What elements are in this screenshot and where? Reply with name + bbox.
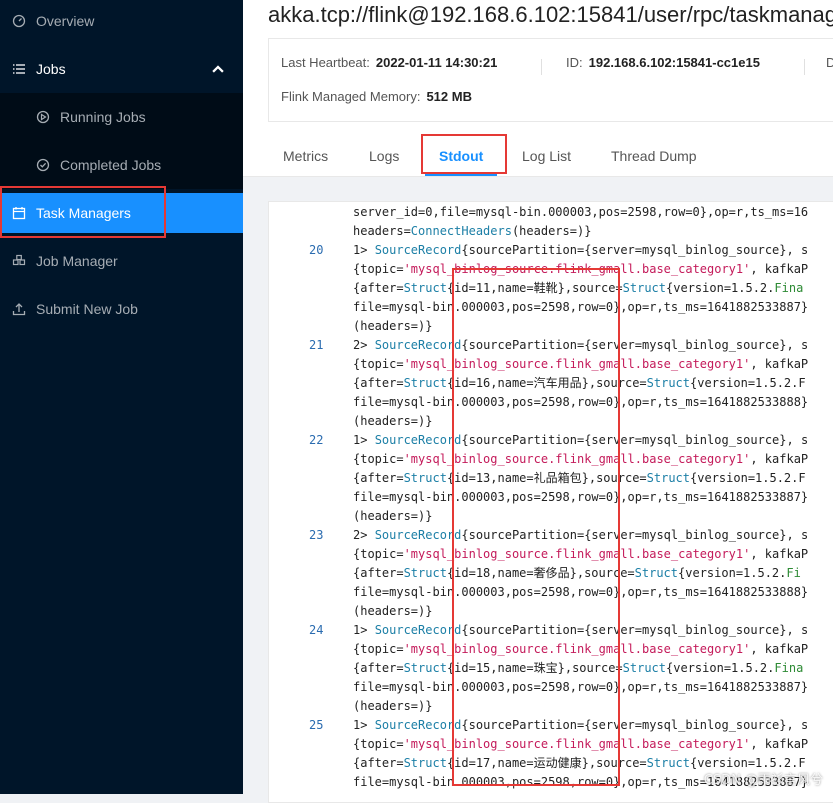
log-line-number: 20 — [309, 243, 324, 257]
page-title: akka.tcp://flink@192.168.6.102:15841/use… — [268, 2, 833, 27]
chevron-up-icon[interactable] — [211, 62, 225, 76]
nav-submit-new-job[interactable]: Submit New Job — [0, 289, 243, 329]
log-line: server_id=0,file=mysql-bin.000003,pos=25… — [269, 203, 833, 222]
play-circle-icon — [36, 110, 50, 124]
tab-metrics[interactable]: Metrics — [283, 148, 328, 164]
nav-overview[interactable]: Overview — [0, 1, 243, 41]
memory-label: Flink Managed Memory: — [281, 89, 421, 104]
upload-icon — [12, 302, 26, 316]
sidebar: Overview Jobs Running Jobs Completed Job… — [0, 0, 243, 794]
heartbeat-row: Last Heartbeat: 2022-01-11 14:30:21 — [281, 55, 497, 70]
divider — [804, 59, 805, 75]
heartbeat-label: Last Heartbeat: — [281, 55, 370, 70]
stdout-tab-highlight-box — [421, 134, 507, 174]
tab-log-list[interactable]: Log List — [522, 148, 571, 164]
nav-jobs-label: Jobs — [36, 61, 66, 77]
tab-thread-dump[interactable]: Thread Dump — [611, 148, 697, 164]
log-line-text: headers=ConnectHeaders(headers=)} — [353, 224, 592, 238]
nav-overview-label: Overview — [36, 13, 95, 29]
log-line-text: (headers=)} — [353, 699, 433, 713]
task-managers-highlight-box — [0, 186, 166, 238]
heartbeat-value: 2022-01-11 14:30:21 — [375, 55, 498, 70]
log-line-number: 24 — [309, 623, 324, 637]
divider — [541, 59, 542, 75]
dashboard-icon — [12, 14, 26, 28]
log-line-text: (headers=)} — [353, 604, 433, 618]
nav-job-manager[interactable]: Job Manager — [0, 241, 243, 281]
log-line-number: 21 — [309, 338, 324, 352]
tab-bar: Metrics Logs Stdout Log List Thread Dump — [243, 132, 833, 177]
log-line-number: 22 — [309, 433, 324, 447]
nav-completed-jobs-label: Completed Jobs — [60, 157, 162, 173]
memory-row: Flink Managed Memory: 512 MB — [281, 89, 472, 104]
log-line-text: (headers=)} — [353, 509, 433, 523]
nav-running-jobs[interactable]: Running Jobs — [0, 97, 243, 137]
check-circle-icon — [36, 158, 50, 172]
log-line-text: (headers=)} — [353, 319, 433, 333]
id-row: ID: 192.168.6.102:15841-cc1e15 — [566, 55, 760, 70]
log-line-number: 25 — [309, 718, 324, 732]
log-line: 20 1> SourceRecord{sourcePartition={serve… — [269, 241, 833, 260]
taskmanager-info-card: Last Heartbeat: 2022-01-11 14:30:21 ID: 19… — [268, 38, 833, 122]
nav-job-manager-label: Job Manager — [36, 253, 118, 269]
log-line-text: server_id=0,file=mysql-bin.000003,pos=25… — [353, 205, 809, 219]
page-header: akka.tcp://flink@192.168.6.102:15841/use… — [243, 0, 833, 177]
nav-completed-jobs[interactable]: Completed Jobs — [0, 145, 243, 185]
list-icon — [12, 62, 26, 76]
data-port-row: D — [826, 55, 833, 70]
log-line: headers=ConnectHeaders(headers=)} — [269, 222, 833, 241]
log-line-number: 23 — [309, 528, 324, 542]
data-port-label: D — [826, 55, 833, 70]
id-value: 192.168.6.102:15841-cc1e15 — [588, 55, 760, 70]
log-line-text: 1> SourceRecord{sourcePartition={server=… — [353, 243, 809, 257]
log-line-text: (headers=)} — [353, 414, 433, 428]
active-tab-indicator — [425, 174, 497, 176]
names-highlight-box — [452, 268, 620, 786]
memory-value: 512 MB — [426, 89, 472, 104]
tab-logs[interactable]: Logs — [369, 148, 399, 164]
nav-running-jobs-label: Running Jobs — [60, 109, 146, 125]
nav-jobs[interactable]: Jobs — [0, 49, 243, 89]
watermark: CSDN @雨衫言风兮 — [703, 773, 823, 788]
id-label: ID: — [566, 55, 583, 70]
nav-submit-new-job-label: Submit New Job — [36, 301, 138, 317]
cluster-icon — [12, 254, 26, 268]
